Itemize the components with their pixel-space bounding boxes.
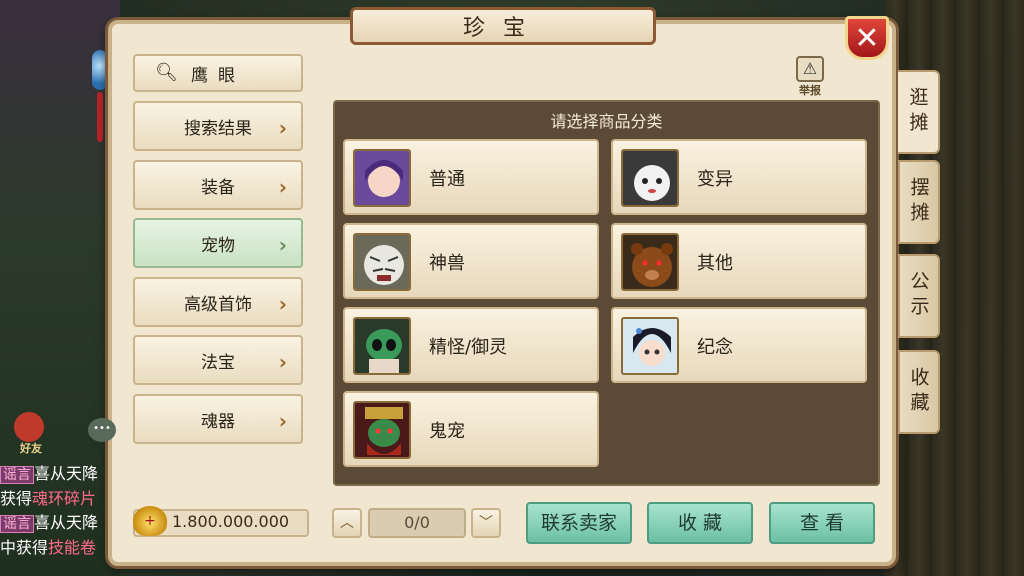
view-button[interactable]: 查 看 bbox=[769, 502, 875, 544]
green-demon-icon bbox=[353, 401, 411, 459]
chibi-girl-icon bbox=[621, 317, 679, 375]
bear-icon bbox=[621, 233, 679, 291]
chat-shortcuts: 好友 ••• bbox=[10, 412, 116, 455]
favorite-button[interactable]: 收 藏 bbox=[647, 502, 753, 544]
category-spirit[interactable]: 精怪/御灵 bbox=[343, 307, 599, 383]
chat-log: 谣言 喜从天降 获得魂环碎片 谣言 喜从天降 中获得技能卷 bbox=[0, 462, 120, 560]
page-up-button[interactable]: ︿ bbox=[332, 508, 362, 538]
sidebar-item-label: 搜索结果 bbox=[184, 118, 252, 139]
girl-portrait-icon bbox=[353, 149, 411, 207]
tab-set-up-stall[interactable]: 摆摊 bbox=[898, 160, 940, 244]
sidebar-item-equipment[interactable]: 装备 › bbox=[133, 160, 303, 210]
sidebar-item-label: 高级首饰 bbox=[184, 294, 252, 315]
category-memorial[interactable]: 纪念 bbox=[611, 307, 867, 383]
panel-title: 请选择商品分类 bbox=[550, 112, 663, 131]
chat-bubble-icon[interactable]: ••• bbox=[88, 418, 116, 442]
category-ghost-pet[interactable]: 鬼宠 bbox=[343, 391, 599, 467]
chat-line: 谣言 喜从天降 bbox=[0, 511, 120, 536]
category-other[interactable]: 其他 bbox=[611, 223, 867, 299]
report-button[interactable]: ⚠ 举报 bbox=[795, 56, 825, 97]
hawk-eye-search-button[interactable]: 🔍︎ 鹰眼 bbox=[133, 54, 303, 92]
gold-ingot-icon: + bbox=[133, 506, 167, 536]
category-divine-beast[interactable]: 神兽 bbox=[343, 223, 599, 299]
window-title: 珍宝 bbox=[350, 7, 656, 45]
warning-icon: ⚠ bbox=[796, 56, 824, 82]
chat-line: 谣言 喜从天降 bbox=[0, 462, 120, 487]
contact-seller-button[interactable]: 联系卖家 bbox=[526, 502, 632, 544]
friend-label: 好友 bbox=[20, 442, 42, 455]
sidebar-item-soul-vessel[interactable]: 魂器 › bbox=[133, 394, 303, 444]
category-label: 普通 bbox=[429, 169, 465, 190]
tassel-decoration bbox=[97, 92, 103, 142]
category-mutant[interactable]: 变异 bbox=[611, 139, 867, 215]
chevron-up-icon: ︿ bbox=[340, 515, 354, 531]
tab-favorites[interactable]: 收藏 bbox=[898, 350, 940, 434]
page-down-button[interactable]: ﹀ bbox=[471, 508, 501, 538]
category-label: 变异 bbox=[697, 169, 733, 190]
category-normal[interactable]: 普通 bbox=[343, 139, 599, 215]
sidebar-item-label: 宠物 bbox=[201, 235, 235, 256]
masked-spirit-icon bbox=[353, 317, 411, 375]
category-label: 鬼宠 bbox=[429, 421, 465, 442]
tab-browse-stalls[interactable]: 逛摊 bbox=[898, 70, 940, 154]
sidebar-item-magic-treasure[interactable]: 法宝 › bbox=[133, 335, 303, 385]
category-label: 纪念 bbox=[697, 337, 733, 358]
hawk-eye-label: 鹰眼 bbox=[191, 65, 245, 86]
chevron-right-icon: › bbox=[278, 350, 287, 374]
chat-line: 获得魂环碎片 bbox=[0, 489, 97, 508]
sidebar-item-search-results[interactable]: 搜索结果 › bbox=[133, 101, 303, 151]
sidebar-item-jewelry[interactable]: 高级首饰 › bbox=[133, 277, 303, 327]
category-label: 其他 bbox=[697, 253, 733, 274]
tab-public-notice[interactable]: 公示 bbox=[898, 254, 940, 338]
chevron-right-icon: › bbox=[278, 175, 287, 199]
lantern-icon bbox=[92, 50, 108, 90]
sidebar-item-label: 装备 bbox=[201, 177, 235, 198]
category-label: 精怪/御灵 bbox=[429, 337, 508, 358]
sidebar-item-pets[interactable]: 宠物 › bbox=[133, 218, 303, 268]
chevron-right-icon: › bbox=[278, 292, 287, 316]
chevron-right-icon: › bbox=[278, 233, 287, 257]
chevron-down-icon: ﹀ bbox=[479, 515, 493, 531]
sidebar-item-label: 法宝 bbox=[201, 352, 235, 373]
search-icon: 🔍︎ bbox=[155, 62, 178, 83]
category-label: 神兽 bbox=[429, 253, 465, 274]
gold-amount: 1.800.000.000 bbox=[172, 512, 290, 531]
chat-line: 中获得技能卷 bbox=[0, 538, 97, 557]
white-creature-icon bbox=[621, 149, 679, 207]
white-tiger-icon bbox=[353, 233, 411, 291]
chevron-right-icon: › bbox=[278, 116, 287, 140]
sidebar-item-label: 魂器 bbox=[201, 411, 235, 432]
chevron-right-icon: › bbox=[278, 409, 287, 433]
close-button[interactable]: ✕ bbox=[845, 16, 889, 60]
friend-icon[interactable] bbox=[14, 412, 44, 442]
page-indicator: 0/0 bbox=[368, 508, 466, 538]
report-label: 举报 bbox=[799, 84, 821, 97]
